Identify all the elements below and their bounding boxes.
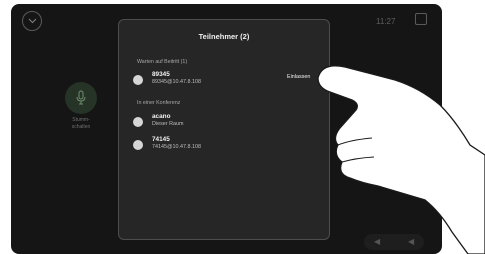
hand-pointer-illustration (317, 65, 485, 254)
